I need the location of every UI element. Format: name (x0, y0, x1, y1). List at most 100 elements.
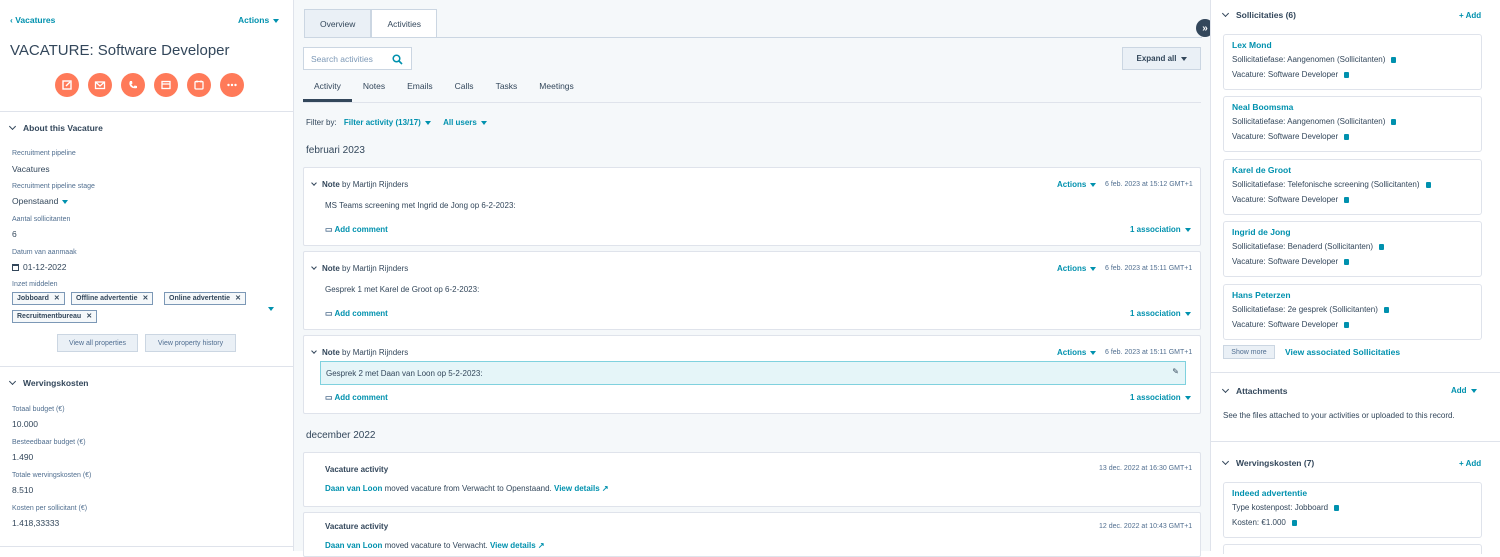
actions-dropdown[interactable]: Actions (238, 15, 280, 25)
add-attachment-dropdown[interactable]: Add (1451, 386, 1477, 395)
close-icon[interactable]: ✕ (86, 313, 92, 320)
association-dropdown[interactable]: 1 association (1130, 225, 1191, 234)
add-wervingskosten-button[interactable]: + Add (1459, 459, 1481, 468)
view-property-history-button[interactable]: View property history (145, 334, 236, 352)
note-actions-dropdown[interactable]: Actions (1057, 264, 1097, 273)
external-link-icon: ↗ (537, 541, 545, 550)
copy-icon[interactable] (1344, 134, 1350, 140)
note-header[interactable]: Note by Martijn Rijnders (311, 264, 408, 273)
add-comment-button[interactable]: ▭ Add comment (325, 225, 388, 234)
tab-notes[interactable]: Notes (352, 78, 396, 102)
pipeline-stage-select[interactable]: Openstaand (12, 196, 69, 206)
tab-meetings[interactable]: Meetings (528, 78, 585, 102)
copy-icon[interactable] (1391, 119, 1397, 125)
tab-activities[interactable]: Activities (371, 9, 437, 38)
werving-section-toggle[interactable]: Wervingskosten (8, 377, 89, 388)
tag[interactable]: Offline advertentie ✕ (71, 292, 154, 305)
tag[interactable]: Recruitmentbureau ✕ (12, 310, 98, 323)
view-details-link[interactable]: View details ↗ (554, 484, 609, 493)
copy-icon[interactable] (1334, 505, 1340, 511)
user-link[interactable]: Daan van Loon (325, 541, 382, 550)
copy-icon[interactable] (1391, 57, 1397, 63)
prop-value[interactable]: 1.418,33333 (12, 518, 59, 528)
kosten-value: €1.000 (1261, 518, 1286, 527)
search-input[interactable]: Search activities (303, 47, 412, 70)
sollicitaties-toggle[interactable]: Sollicitaties (6) (1221, 9, 1296, 20)
tab-emails[interactable]: Emails (396, 78, 444, 102)
prop-value[interactable]: 1.490 (12, 452, 33, 462)
copy-icon[interactable] (1378, 244, 1384, 250)
call-button[interactable] (121, 73, 145, 97)
note-header[interactable]: Note by Martijn Rijnders (311, 348, 408, 357)
sollicitatie-name[interactable]: Neal Boomsma (1232, 102, 1293, 112)
note-button[interactable] (55, 73, 79, 97)
association-dropdown[interactable]: 1 association (1130, 309, 1191, 318)
note-body-editing[interactable]: Gesprek 2 met Daan van Loon op 5-2-2023:… (320, 361, 1186, 385)
prop-value[interactable]: Vacatures (12, 164, 50, 174)
prop-value[interactable]: 6 (12, 229, 17, 239)
task-button[interactable] (187, 73, 211, 97)
wervingskosten-toggle[interactable]: Wervingskosten (7) (1221, 457, 1315, 468)
tag[interactable]: Jobboard ✕ (12, 292, 65, 305)
view-details-link[interactable]: View details ↗ (490, 541, 545, 550)
filter-bar: Filter by: Filter activity (13/17) All u… (306, 118, 487, 127)
sollicitatie-name[interactable]: Karel de Groot (1232, 165, 1291, 175)
copy-icon[interactable] (1383, 307, 1389, 313)
note-body[interactable]: Gesprek 1 met Karel de Groot op 6-2-2023… (325, 285, 479, 294)
note-actions-dropdown[interactable]: Actions (1057, 180, 1097, 189)
view-all-properties-button[interactable]: View all properties (57, 334, 138, 352)
close-icon[interactable]: ✕ (235, 295, 241, 302)
user-link[interactable]: Daan van Loon (325, 484, 382, 493)
tab-overview[interactable]: Overview (304, 9, 372, 38)
copy-icon[interactable] (1425, 182, 1431, 188)
note-header[interactable]: Note by Martijn Rijnders (311, 180, 408, 189)
add-comment-button[interactable]: ▭ Add comment (325, 309, 388, 318)
tag[interactable]: Online advertentie ✕ (164, 292, 246, 305)
note-actions-dropdown[interactable]: Actions (1057, 348, 1097, 357)
date-value[interactable]: 01-12-2022 (12, 262, 66, 272)
copy-icon[interactable] (1344, 322, 1350, 328)
chevron-down-icon (1221, 9, 1230, 18)
note-timestamp: 6 feb. 2023 at 15:11 GMT+1 (1105, 265, 1193, 272)
close-icon[interactable]: ✕ (142, 295, 148, 302)
sollicitatie-vacature: Vacature: Software Developer (1232, 257, 1350, 266)
email-button[interactable] (88, 73, 112, 97)
view-associated-link[interactable]: View associated Sollicitaties (1285, 347, 1400, 357)
association-dropdown[interactable]: 1 association (1130, 393, 1191, 402)
tab-activity[interactable]: Activity (303, 78, 352, 102)
chevron-down-icon (8, 122, 17, 131)
tags-dropdown[interactable] (264, 303, 274, 313)
filter-activity-dropdown[interactable]: Filter activity (13/17) (344, 118, 431, 127)
fase-label: Sollicitatiefase: (1232, 305, 1286, 314)
tab-tasks[interactable]: Tasks (485, 78, 529, 102)
copy-icon[interactable] (1291, 520, 1297, 526)
all-users-dropdown[interactable]: All users (443, 118, 487, 127)
edit-icon (62, 80, 72, 90)
back-link[interactable]: ‹ Vacatures (10, 15, 55, 25)
attachments-toggle[interactable]: Attachments (1221, 385, 1288, 396)
copy-icon[interactable] (1344, 72, 1350, 78)
add-comment-button[interactable]: ▭ Add comment (325, 393, 388, 402)
add-sollicitatie-button[interactable]: + Add (1459, 11, 1481, 20)
record-tabs: Overview Activities (304, 9, 437, 38)
wervingskosten-title: Wervingskosten (7) (1236, 458, 1315, 468)
sollicitatie-name[interactable]: Hans Peterzen (1232, 290, 1291, 300)
copy-icon[interactable] (1344, 259, 1350, 265)
search-placeholder: Search activities (311, 54, 373, 64)
note-body[interactable]: MS Teams screening met Ingrid de Jong op… (325, 201, 516, 210)
copy-icon[interactable] (1344, 197, 1350, 203)
prop-value[interactable]: 8.510 (12, 485, 33, 495)
attachments-title: Attachments (1236, 386, 1288, 396)
show-more-button[interactable]: Show more (1223, 345, 1275, 359)
about-section-toggle[interactable]: About this Vacature (8, 122, 103, 133)
sollicitatie-name[interactable]: Lex Mond (1232, 40, 1272, 50)
prop-value[interactable]: 10.000 (12, 419, 38, 429)
pencil-icon[interactable]: ✎ (1172, 367, 1179, 376)
expand-all-button[interactable]: Expand all (1122, 47, 1201, 70)
tab-calls[interactable]: Calls (444, 78, 485, 102)
wervingskosten-name[interactable]: Indeed advertentie (1232, 488, 1307, 498)
close-icon[interactable]: ✕ (54, 295, 60, 302)
sollicitatie-name[interactable]: Ingrid de Jong (1232, 227, 1291, 237)
log-activity-button[interactable] (154, 73, 178, 97)
more-button[interactable] (220, 73, 244, 97)
